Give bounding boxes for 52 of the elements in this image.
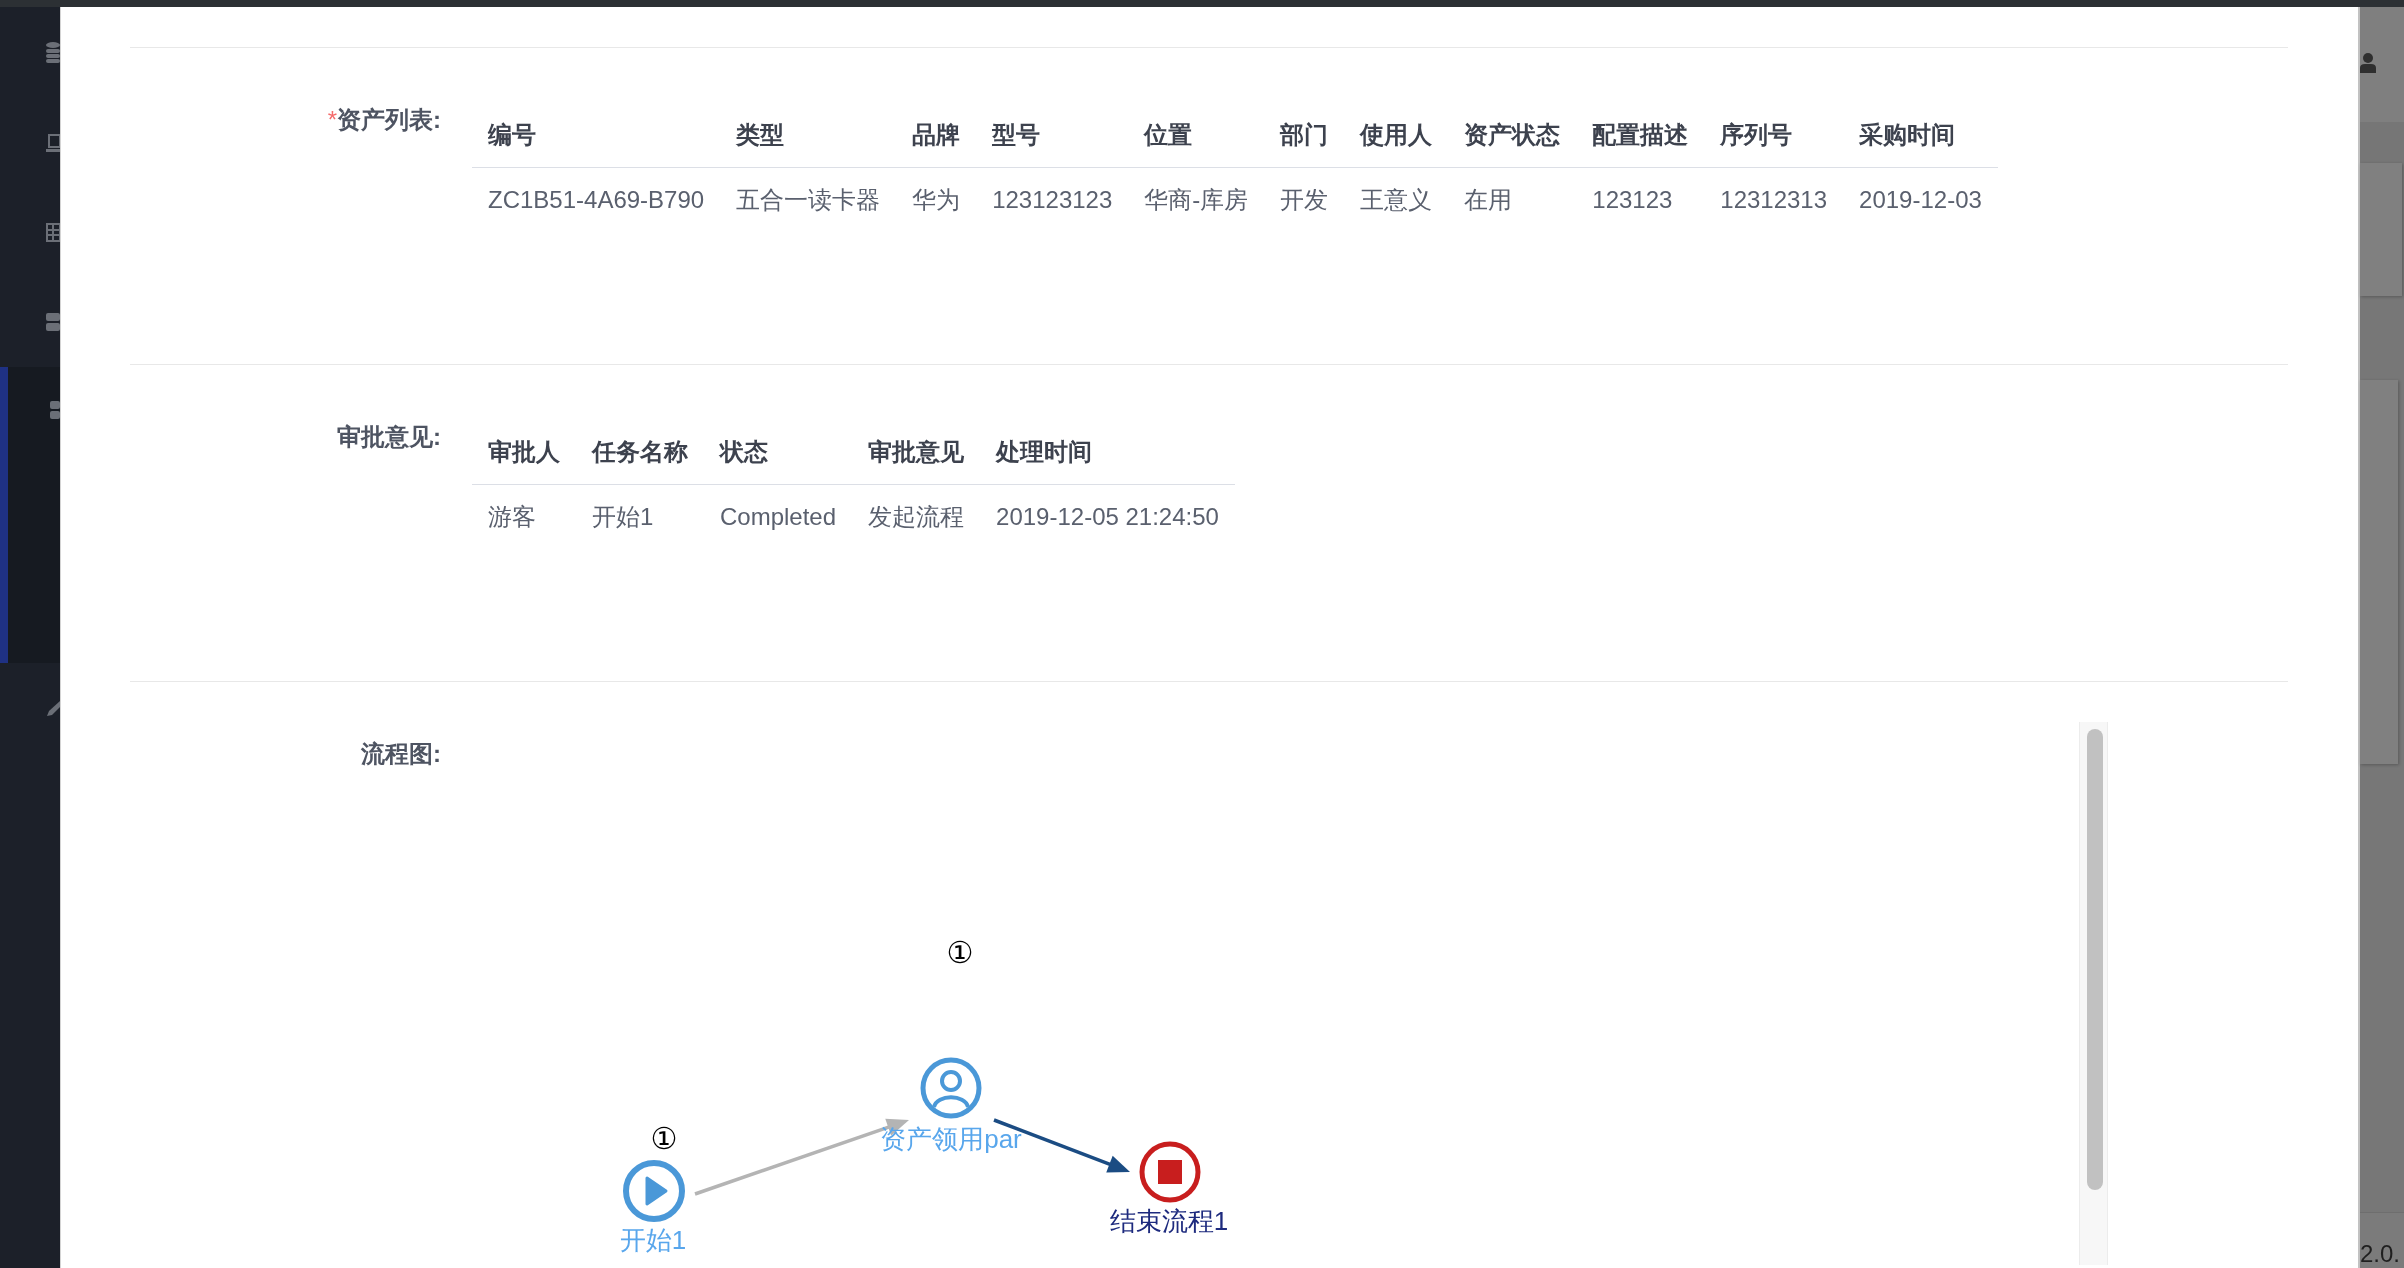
- table-cell: 2019-12-03: [1843, 167, 1998, 232]
- user-icon[interactable]: [2360, 53, 2376, 73]
- table-cell: 王意义: [1344, 167, 1449, 232]
- table-cell: 华商-库房: [1128, 167, 1265, 232]
- column-header: 品牌: [896, 103, 977, 168]
- table-cell: 123123: [1576, 167, 1705, 232]
- column-header: 审批意见: [852, 420, 981, 485]
- column-header: 编号: [472, 103, 721, 168]
- table-cell: Completed: [704, 484, 853, 549]
- table-cell: 开发: [1264, 167, 1345, 232]
- table-cell: 在用: [1448, 167, 1577, 232]
- stacked-squares-icon: [46, 311, 60, 333]
- table-cell: ZC1B51-4A69-B790: [472, 167, 721, 232]
- table-cell: 发起流程: [852, 484, 981, 549]
- node-label: 开始1: [619, 1225, 687, 1255]
- scrollbar-track[interactable]: [2079, 722, 2108, 1265]
- field-label: 流程图:: [361, 742, 441, 766]
- table-cell: 游客: [472, 484, 576, 549]
- table-cell: 12312313: [1704, 167, 1844, 232]
- node-label: 结束流程1: [1109, 1206, 1229, 1236]
- step-number: ①: [946, 935, 974, 970]
- column-header: 任务名称: [576, 420, 704, 485]
- column-header: 配置描述: [1576, 103, 1705, 168]
- step-number: ①: [650, 1121, 678, 1156]
- column-header: 资产状态: [1448, 103, 1577, 168]
- version-text: 2.0.: [2360, 1241, 2401, 1267]
- table-cell: 华为: [896, 167, 977, 232]
- column-header: 型号: [976, 103, 1129, 168]
- required-mark: *: [327, 108, 337, 132]
- laptop-icon: [46, 131, 60, 153]
- field-label: 资产列表:: [337, 108, 441, 132]
- column-header: 处理时间: [980, 420, 1235, 485]
- column-header: 类型: [720, 103, 897, 168]
- table-cell: 开始1: [576, 484, 704, 549]
- table-cell: 123123123: [976, 167, 1129, 232]
- person-circle-icon: [920, 1057, 982, 1119]
- column-header: 部门: [1264, 103, 1345, 168]
- node-label: 资产领用par: [880, 1124, 1022, 1154]
- table-cell: 2019-12-05 21:24:50: [980, 484, 1235, 549]
- scrollbar-thumb[interactable]: [2087, 729, 2103, 1190]
- column-header: 审批人: [472, 420, 576, 485]
- column-header: 使用人: [1344, 103, 1449, 168]
- column-header: 采购时间: [1843, 103, 1998, 168]
- database-icon: [46, 41, 60, 63]
- column-header: 位置: [1128, 103, 1265, 168]
- field-label: 审批意见:: [337, 425, 441, 449]
- column-header: 状态: [704, 420, 853, 485]
- table-cell: 五合一读卡器: [720, 167, 897, 232]
- play-circle-icon: [623, 1160, 685, 1222]
- table-icon: [46, 221, 60, 243]
- column-header: 序列号: [1704, 103, 1844, 168]
- stop-circle-icon: [1139, 1141, 1201, 1203]
